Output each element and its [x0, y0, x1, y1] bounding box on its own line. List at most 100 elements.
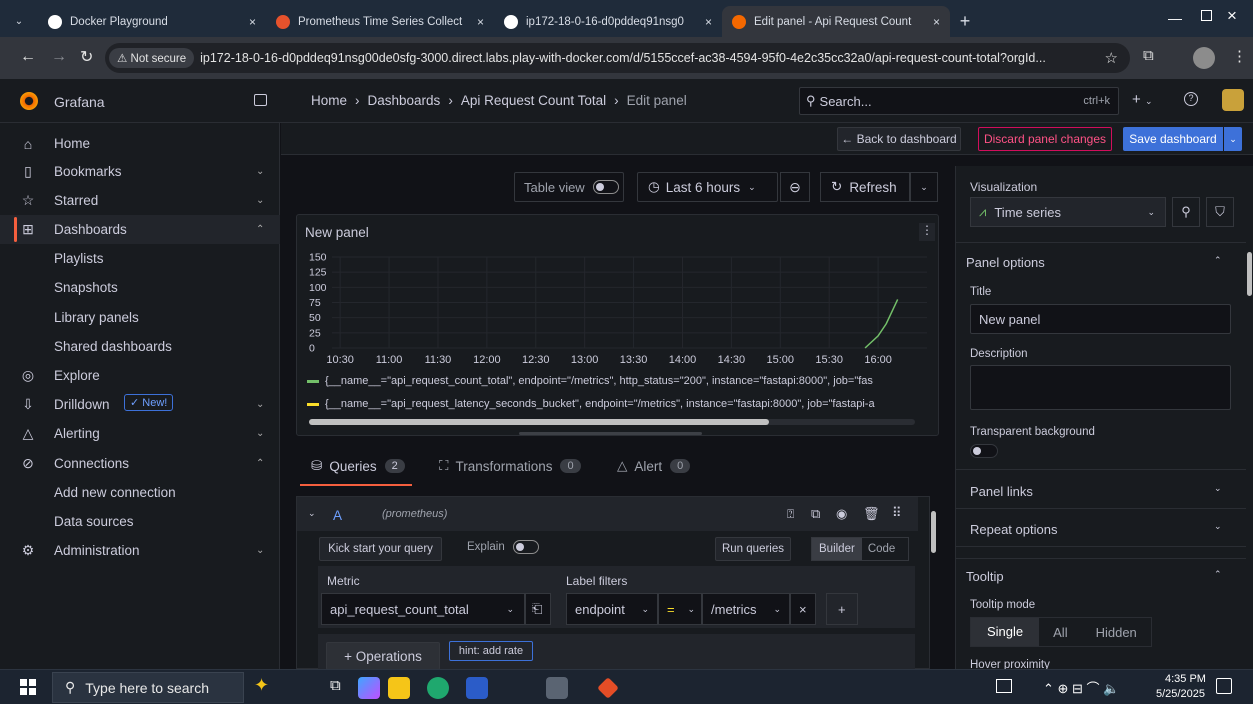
visualization-picker[interactable]: ⩘ Time series ⌄ [970, 197, 1166, 227]
legend-item[interactable]: {__name__="api_request_count_total", end… [307, 375, 929, 387]
duplicate-icon[interactable]: ⧉ [811, 506, 820, 522]
new-tab-button[interactable]: + [950, 6, 980, 37]
word-icon[interactable] [466, 677, 488, 699]
close-tab-icon[interactable]: × [705, 15, 712, 29]
sidebar-item-alerting[interactable]: △ Alerting ⌄ [0, 419, 280, 448]
clock-time[interactable]: 4:35 PM [1165, 673, 1206, 685]
chevron-down-icon[interactable]: ⌄ [256, 166, 264, 177]
sidebar-item-add-new-connection[interactable]: Add new connection [0, 478, 280, 507]
options-search-button[interactable]: ⚲ [1172, 197, 1200, 227]
back-arrow-icon[interactable]: ← [20, 48, 36, 66]
chevron-down-icon[interactable]: ⌄ [256, 399, 264, 410]
profile-avatar[interactable] [1193, 47, 1215, 69]
chevron-up-icon[interactable]: ⌃ [1214, 569, 1222, 580]
taskbar-search-input[interactable]: ⚲ Type here to search [52, 672, 244, 703]
panel-links-section[interactable]: Panel links ⌄ [956, 471, 1246, 509]
clock-date[interactable]: 5/25/2025 [1156, 688, 1205, 700]
bookmark-star-icon[interactable]: ☆ [1105, 49, 1118, 67]
extensions-icon[interactable]: ⧉ [1143, 47, 1154, 64]
legend-item[interactable]: {__name__="api_request_latency_seconds_b… [307, 398, 929, 410]
sidebar-item-data-sources[interactable]: Data sources [0, 507, 280, 536]
sidebar-item-administration[interactable]: ⚙ Administration ⌄ [0, 536, 280, 565]
mode-hidden-button[interactable]: Hidden [1082, 625, 1151, 640]
time-range-picker[interactable]: ◷ Last 6 hours ⌄ [637, 172, 778, 202]
hint-add-rate-button[interactable]: hint: add rate [449, 641, 533, 661]
label-value-select[interactable]: /metrics ⌄ [702, 593, 790, 625]
tooltip-header[interactable]: Tooltip [966, 569, 1004, 584]
breadcrumb-dashboards[interactable]: Dashboards [368, 93, 441, 108]
chrome-icon[interactable] [546, 677, 568, 699]
not-secure-badge[interactable]: ⚠ Not secure [109, 48, 195, 68]
title-input[interactable]: New panel [970, 304, 1231, 334]
file-explorer-icon[interactable] [388, 677, 410, 699]
close-tab-icon[interactable]: × [249, 15, 256, 29]
help-icon[interactable]: ? [1184, 92, 1198, 106]
toggle-switch[interactable] [512, 540, 539, 554]
builder-mode-button[interactable]: Builder [812, 538, 862, 560]
minimize-icon[interactable]: — [1168, 10, 1182, 26]
metrics-explorer-button[interactable]: ⎗ [525, 593, 551, 625]
sidebar-item-dashboards[interactable]: ⊞ Dashboards ⌃ [0, 215, 280, 244]
restore-icon[interactable] [1201, 10, 1212, 21]
zoom-out-button[interactable]: ⊖ [780, 172, 810, 202]
help-icon[interactable]: ⍰ [787, 507, 794, 522]
sidebar-item-home[interactable]: ⌂ Home [0, 129, 280, 158]
search-input[interactable]: ⚲ Search... ctrl+k [799, 87, 1119, 115]
close-tab-icon[interactable]: × [933, 15, 940, 29]
repeat-options-section[interactable]: Repeat options ⌄ [956, 509, 1246, 547]
trash-icon[interactable]: 🗑 [863, 506, 880, 522]
mode-single-button[interactable]: Single [971, 618, 1040, 646]
copilot-app-icon[interactable] [358, 677, 380, 699]
save-dashboard-button[interactable]: Save dashboard [1123, 127, 1223, 151]
notifications-icon[interactable] [1216, 678, 1232, 694]
table-view-toggle[interactable]: Table view [514, 172, 624, 202]
chevron-up-icon[interactable]: ⌃ [256, 224, 264, 235]
chevron-up-icon[interactable]: ⌃ [256, 458, 264, 469]
tab-queries[interactable]: ⛁ Queries 2 [311, 458, 405, 474]
reload-icon[interactable]: ↻ [80, 47, 93, 67]
code-mode-button[interactable]: Code [862, 543, 902, 555]
browser-tab[interactable]: ip172-18-0-16-d0pddeq91nsg0 × [494, 6, 722, 37]
browser-tab[interactable]: Prometheus Time Series Collect × [266, 6, 494, 37]
sidebar-item-library-panels[interactable]: Library panels [0, 303, 280, 332]
label-operator-select[interactable]: = ⌄ [658, 593, 702, 625]
label-key-select[interactable]: endpoint ⌄ [566, 593, 658, 625]
sidebar-item-explore[interactable]: ◎ Explore [0, 361, 280, 390]
tray-icons[interactable]: ⌃ ⊕ ⊟ ⌒ 🔈 [1043, 678, 1119, 697]
sidebar-item-playlists[interactable]: Playlists [0, 244, 280, 273]
discard-changes-button[interactable]: Discard panel changes [978, 127, 1112, 151]
toggle-switch[interactable] [592, 180, 619, 194]
editor-mode-switch[interactable]: Builder Code [811, 537, 909, 561]
dock-menu-icon[interactable] [254, 94, 267, 106]
windows-start-icon[interactable] [20, 679, 36, 695]
mode-all-button[interactable]: All [1039, 625, 1081, 640]
breadcrumb-home[interactable]: Home [311, 93, 347, 108]
save-options-chevron-icon[interactable]: ⌄ [1224, 127, 1242, 151]
metric-select[interactable]: api_request_count_total ⌄ [321, 593, 525, 625]
url-field[interactable]: ⚠ Not secure ip172-18-0-16-d0pddeq91nsg0… [105, 43, 1130, 73]
sidebar-item-drilldown[interactable]: ⇩ Drilldown ✓ New! ⌄ [0, 390, 280, 419]
back-to-dashboard-button[interactable]: ← Back to dashboard [837, 127, 961, 151]
tab-search-button[interactable]: ⌄ [0, 6, 38, 37]
explain-toggle[interactable]: Explain [467, 540, 539, 554]
legend-scrollbar[interactable] [309, 419, 915, 425]
panel-options-header[interactable]: Panel options [966, 255, 1045, 270]
description-textarea[interactable] [970, 365, 1231, 410]
user-avatar[interactable] [1222, 89, 1244, 111]
copilot-sparkle-icon[interactable]: ✦ [254, 675, 269, 696]
remove-filter-button[interactable]: × [790, 593, 816, 625]
chevron-down-icon[interactable]: ⌄ [256, 545, 264, 556]
collapse-chevron-icon[interactable]: ⌄ [308, 508, 316, 519]
refresh-button[interactable]: ↻ Refresh [820, 172, 910, 202]
browser-tab[interactable]: Docker Playground × [38, 6, 266, 37]
add-filter-button[interactable]: + [826, 593, 858, 625]
forward-arrow-icon[interactable]: → [51, 48, 67, 66]
run-queries-button[interactable]: Run queries [715, 537, 791, 561]
add-operation-button[interactable]: + Operations [326, 642, 440, 670]
tab-transformations[interactable]: ⛶ Transformations 0 [439, 458, 581, 474]
resize-handle[interactable] [519, 432, 702, 435]
tab-alert[interactable]: △ Alert 0 [617, 458, 691, 474]
sidebar-item-starred[interactable]: ☆ Starred ⌄ [0, 186, 280, 215]
add-new-button[interactable]: + ⌄ [1132, 91, 1152, 108]
browser-tab-active[interactable]: Edit panel - Api Request Count × [722, 6, 950, 37]
